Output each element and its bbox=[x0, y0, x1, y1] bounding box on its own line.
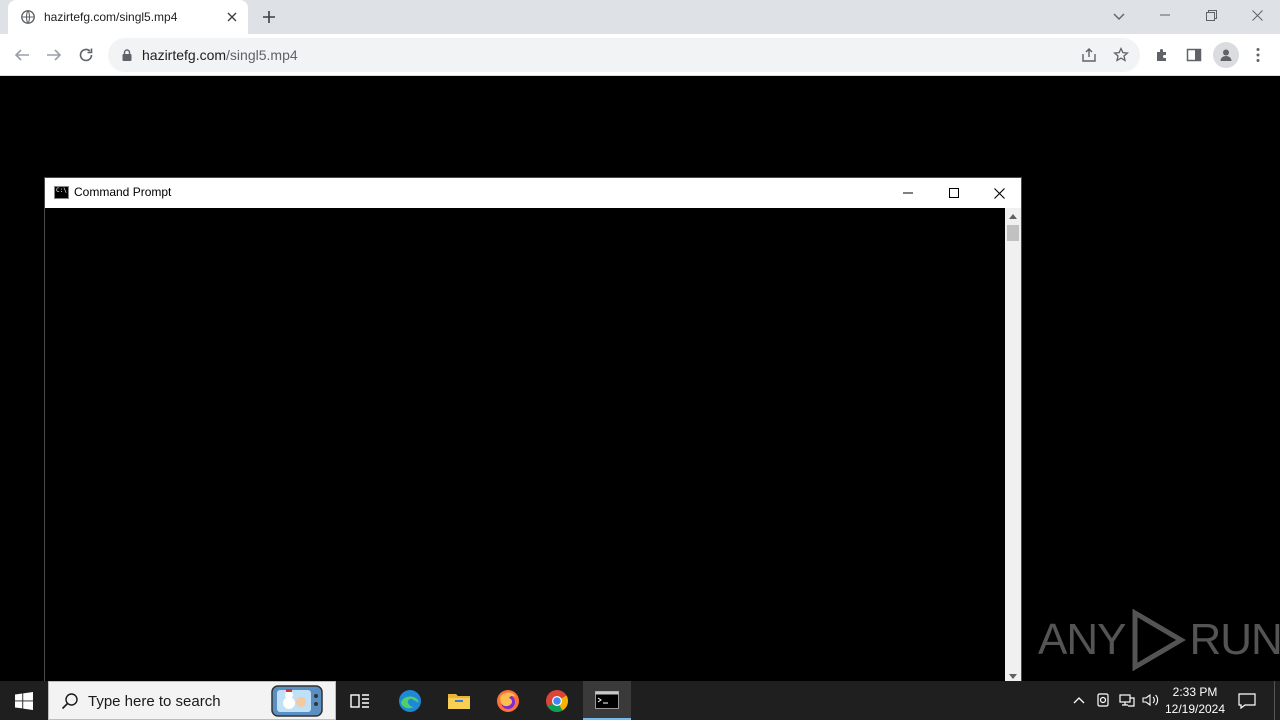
tab-strip: hazirtefg.com/singl5.mp4 bbox=[0, 0, 1280, 34]
cmd-close-icon[interactable] bbox=[976, 178, 1022, 208]
extensions-icon[interactable] bbox=[1152, 45, 1172, 65]
clock-time: 2:33 PM bbox=[1172, 685, 1218, 699]
cmd-title-bar[interactable]: C:\ Command Prompt bbox=[45, 178, 1021, 208]
chrome-icon[interactable] bbox=[533, 681, 581, 720]
tab-title: hazirtefg.com/singl5.mp4 bbox=[44, 10, 178, 24]
menu-kebab-icon[interactable] bbox=[1248, 45, 1268, 65]
share-icon[interactable] bbox=[1080, 46, 1098, 64]
close-window-icon[interactable] bbox=[1234, 0, 1280, 30]
notification-center-icon[interactable] bbox=[1234, 691, 1260, 711]
lock-icon[interactable] bbox=[120, 48, 134, 62]
search-highlight-art-icon[interactable] bbox=[271, 685, 323, 717]
scrollbar-thumb[interactable] bbox=[1007, 225, 1019, 241]
task-view-icon[interactable] bbox=[336, 681, 384, 720]
taskbar-search-box[interactable]: Type here to search bbox=[48, 681, 336, 720]
side-panel-icon[interactable] bbox=[1184, 45, 1204, 65]
tray-chevron-up-icon[interactable] bbox=[1070, 691, 1088, 709]
url-text[interactable]: hazirtefg.com/singl5.mp4 bbox=[142, 47, 298, 63]
windows-start-icon[interactable] bbox=[0, 681, 48, 720]
system-clock[interactable]: 2:33 PM 12/19/2024 bbox=[1162, 684, 1228, 718]
scroll-down-arrow-icon[interactable] bbox=[1008, 672, 1018, 680]
anyrun-watermark: ANY RUN bbox=[1038, 608, 1280, 672]
globe-icon bbox=[21, 10, 35, 24]
reload-icon[interactable] bbox=[76, 45, 96, 65]
browser-tab[interactable]: hazirtefg.com/singl5.mp4 bbox=[8, 0, 248, 34]
play-logo-icon bbox=[1132, 609, 1187, 671]
tab-close-icon[interactable] bbox=[224, 9, 240, 25]
taskbar: Type here to search 2:33 PM 12/19/2024 bbox=[0, 681, 1280, 720]
bookmark-star-icon[interactable] bbox=[1112, 46, 1130, 64]
firefox-icon[interactable] bbox=[484, 681, 532, 720]
cmd-console-area[interactable] bbox=[45, 208, 1005, 684]
cmd-scrollbar[interactable] bbox=[1005, 208, 1021, 684]
search-placeholder: Type here to search bbox=[88, 693, 221, 710]
cmd-minimize-icon[interactable] bbox=[885, 178, 931, 208]
clock-date: 12/19/2024 bbox=[1164, 702, 1226, 716]
cmd-title: Command Prompt bbox=[74, 185, 172, 199]
cmd-icon: C:\ bbox=[54, 186, 69, 199]
new-tab-icon[interactable] bbox=[260, 8, 278, 26]
cmd-maximize-icon[interactable] bbox=[931, 178, 977, 208]
search-icon bbox=[61, 693, 78, 710]
command-prompt-taskbar-icon[interactable] bbox=[583, 681, 631, 720]
tray-device-icon[interactable] bbox=[1094, 691, 1112, 709]
volume-icon[interactable] bbox=[1142, 691, 1160, 709]
command-prompt-window[interactable]: C:\ Command Prompt bbox=[44, 177, 1022, 685]
back-icon[interactable] bbox=[12, 45, 32, 65]
edge-browser-icon[interactable] bbox=[386, 681, 434, 720]
restore-icon[interactable] bbox=[1188, 0, 1234, 30]
forward-icon[interactable] bbox=[44, 45, 64, 65]
file-explorer-icon[interactable] bbox=[435, 681, 483, 720]
minimize-icon[interactable] bbox=[1142, 0, 1188, 30]
show-desktop-button[interactable] bbox=[1274, 681, 1280, 720]
profile-avatar-icon[interactable] bbox=[1213, 42, 1239, 68]
scroll-up-arrow-icon[interactable] bbox=[1008, 212, 1018, 220]
address-bar[interactable]: hazirtefg.com/singl5.mp4 bbox=[108, 38, 1140, 72]
browser-toolbar: hazirtefg.com/singl5.mp4 bbox=[0, 34, 1280, 76]
network-icon[interactable] bbox=[1118, 691, 1136, 709]
tab-search-chevron-icon[interactable] bbox=[1110, 8, 1128, 26]
